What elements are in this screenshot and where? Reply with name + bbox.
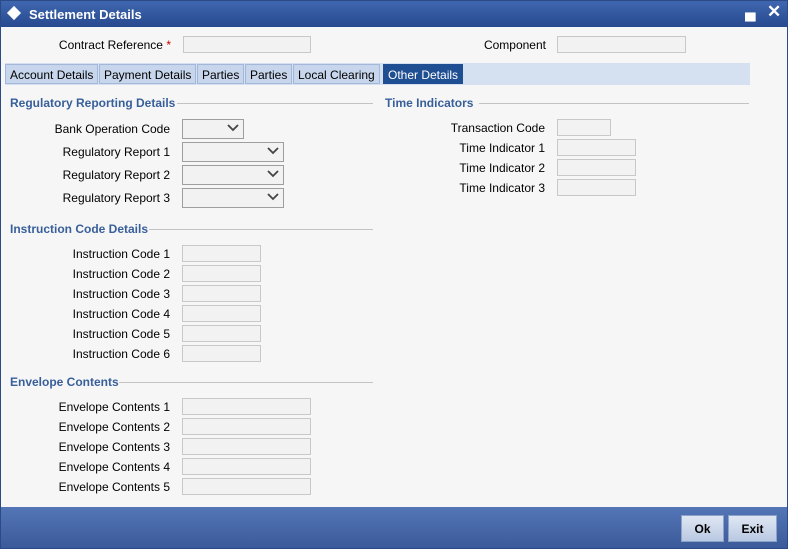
chevron-down-icon [267,147,279,155]
section-divider [149,229,373,230]
content-area: Contract Reference * Component Account D… [1,27,787,507]
tab-bar: Account Details Payment Details Parties … [5,63,750,85]
tab-local-clearing[interactable]: Local Clearing [293,64,380,84]
regulatory-report-1-select[interactable] [182,142,284,162]
component-input[interactable] [557,36,686,53]
tab-parties-2[interactable]: Parties [245,64,293,84]
transaction-code-label: Transaction Code [450,121,545,135]
envelope-contents-5-label: Envelope Contents 5 [58,480,170,494]
settlement-details-window: Settlement Details ▄ ✕ Contract Referenc… [0,0,788,549]
instruction-code-2-label: Instruction Code 2 [72,267,170,281]
instruction-code-5-label: Instruction Code 5 [72,327,170,341]
instruction-code-3-input[interactable] [182,285,261,302]
envelope-contents-5-input[interactable] [182,478,311,495]
regulatory-section-title: Regulatory Reporting Details [10,96,176,110]
tab-payment-details[interactable]: Payment Details [99,64,197,84]
chevron-down-icon [267,170,279,178]
envelope-contents-4-label: Envelope Contents 4 [58,460,170,474]
section-divider [119,382,373,383]
envelope-contents-2-input[interactable] [182,418,311,435]
instruction-code-1-input[interactable] [182,245,261,262]
exit-button[interactable]: Exit [728,515,777,542]
close-icon[interactable]: ✕ [767,2,781,22]
time-indicator-1-input[interactable] [557,139,636,156]
envelope-section-title: Envelope Contents [10,375,119,389]
envelope-contents-3-label: Envelope Contents 3 [58,440,170,454]
chevron-down-icon [267,193,279,201]
time-indicator-3-input[interactable] [557,179,636,196]
instruction-section-title: Instruction Code Details [10,222,149,236]
tab-other-details[interactable]: Other Details [383,64,464,84]
regulatory-report-2-label: Regulatory Report 2 [62,168,170,182]
instruction-code-1-label: Instruction Code 1 [72,247,170,261]
regulatory-report-3-label: Regulatory Report 3 [62,191,170,205]
footer-bar: Ok Exit [1,507,787,548]
regulatory-report-1-label: Regulatory Report 1 [62,145,170,159]
envelope-contents-2-label: Envelope Contents 2 [58,420,170,434]
instruction-code-4-input[interactable] [182,305,261,322]
window-title: Settlement Details [29,7,142,22]
diamond-icon [6,5,22,21]
time-indicator-3-label: Time Indicator 3 [459,181,545,195]
required-mark: * [166,38,171,52]
bank-operation-code-select[interactable] [182,119,244,139]
envelope-contents-4-input[interactable] [182,458,311,475]
time-indicator-2-label: Time Indicator 2 [459,161,545,175]
minimize-icon[interactable]: ▄ [745,4,756,21]
instruction-code-4-label: Instruction Code 4 [72,307,170,321]
section-divider [479,103,749,104]
time-indicator-2-input[interactable] [557,159,636,176]
regulatory-report-3-select[interactable] [182,188,284,208]
contract-reference-label: Contract Reference * [58,38,171,52]
envelope-contents-1-label: Envelope Contents 1 [58,400,170,414]
time-indicators-section-title: Time Indicators [385,96,474,110]
instruction-code-5-input[interactable] [182,325,261,342]
instruction-code-6-input[interactable] [182,345,261,362]
instruction-code-6-label: Instruction Code 6 [72,347,170,361]
tab-parties-1[interactable]: Parties [197,64,245,84]
section-divider [177,103,373,104]
bank-operation-code-label: Bank Operation Code [54,122,170,136]
time-indicator-1-label: Time Indicator 1 [459,141,545,155]
envelope-contents-3-input[interactable] [182,438,311,455]
ok-button[interactable]: Ok [681,515,724,542]
instruction-code-2-input[interactable] [182,265,261,282]
title-bar: Settlement Details ▄ ✕ [1,1,787,27]
component-label: Component [483,38,546,52]
envelope-contents-1-input[interactable] [182,398,311,415]
regulatory-report-2-select[interactable] [182,165,284,185]
instruction-code-3-label: Instruction Code 3 [72,287,170,301]
transaction-code-input[interactable] [557,119,611,136]
chevron-down-icon [227,124,239,132]
contract-reference-input[interactable] [183,36,311,53]
tab-account-details[interactable]: Account Details [5,64,99,84]
